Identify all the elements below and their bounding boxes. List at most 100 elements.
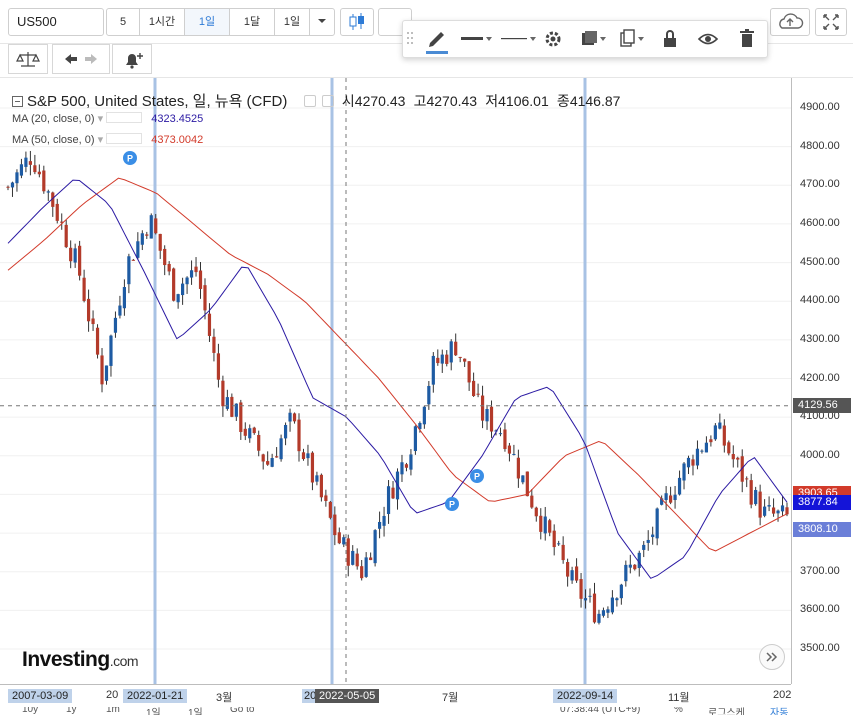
candle-down [42,170,46,192]
candlestick-series [6,150,789,625]
add-alert-button[interactable] [112,44,152,74]
candle-down [163,248,167,266]
candle-down [552,530,556,548]
line-thickness-icon [461,37,492,41]
lock-button[interactable] [659,21,681,57]
candle-down [463,358,467,362]
candle-up [283,424,288,439]
candle-down [445,354,449,364]
scale-button[interactable] [8,44,48,74]
range-1m[interactable]: 1m [106,707,120,715]
price-tick-label: 4400.00 [800,294,840,307]
candle-up [677,477,682,495]
fullscreen-button[interactable] [815,8,847,36]
line-width-button[interactable] [459,21,495,57]
candle-up [24,157,28,167]
ma50-settings-icon[interactable] [106,133,143,144]
go-to-button[interactable]: Go to [230,707,254,715]
candle-down [55,203,59,221]
candle-down [727,442,731,454]
candle-down [749,480,753,505]
caret-down-icon [318,19,326,23]
candle-up [342,537,346,545]
candle-up [427,385,431,405]
high-label: 고 [413,93,427,109]
candle-down [668,495,673,503]
timeframe-1d[interactable]: 1일 [184,8,230,36]
candle-up [610,597,614,613]
candle-up [642,544,646,550]
time-label: 20 [106,689,119,701]
line-style-button[interactable] [499,21,539,57]
legend-close-icon[interactable] [321,95,334,107]
candle-down [758,491,762,518]
settings-button[interactable] [541,21,565,57]
low-label: 저 [485,93,499,109]
date-marker-lines [153,78,587,684]
chart-type-button[interactable] [340,8,374,36]
candle-down [324,495,328,501]
cloud-save-button[interactable] [770,8,810,36]
candle-down [82,277,86,301]
auto-scale-toggle[interactable]: 자동 [770,707,788,715]
candle-up [780,505,785,512]
candle-up [700,450,704,452]
gear-icon [545,31,561,47]
candle-up [682,463,686,481]
candle-down [203,285,207,311]
close-label: 종 [556,93,570,109]
range-10y[interactable]: 10y [22,707,38,715]
candle-down [95,327,100,355]
last-price-label: 3877.84 [793,495,851,511]
price-chart[interactable]: P P P [0,78,791,684]
candle-up [606,609,610,613]
price-axis[interactable]: 4900.00 4800.00 4700.00 4600.00 4500.00 4400.… [791,78,853,684]
percent-toggle[interactable]: % [674,707,683,715]
candle-up [176,294,180,303]
candle-down [292,413,297,422]
candle-up [185,277,189,285]
ma20-settings-icon[interactable] [106,112,143,123]
timeframe-5[interactable]: 5 [106,8,140,36]
legend-collapse-icon[interactable] [12,96,23,107]
clone-button[interactable] [615,21,647,57]
candle-down [480,395,485,421]
candle-up [373,530,377,564]
range-1d[interactable]: 1일 [146,707,161,715]
pencil-color-button[interactable] [421,21,451,57]
chart-grid [0,107,791,650]
log-scale-toggle[interactable]: 로그스케 [708,707,745,715]
low-value: 4106.01 [498,93,549,109]
delete-button[interactable] [735,21,759,57]
candle-up [140,233,144,245]
candle-down [633,564,637,570]
visual-order-button[interactable] [577,21,609,57]
timeframe-1h[interactable]: 1시간 [139,8,185,36]
scroll-to-latest-button[interactable] [759,644,785,670]
candle-up [704,442,709,453]
range-1d-b[interactable]: 1일 [188,707,203,715]
pencil-icon [426,32,448,54]
range-1y[interactable]: 1y [66,707,77,715]
candle-up [351,550,355,565]
drag-handle-icon[interactable] [405,21,415,57]
candle-down [64,224,68,248]
candle-down [467,361,471,383]
visibility-button[interactable] [695,21,721,57]
copy-icon [620,29,644,47]
timeframe-1mo[interactable]: 1달 [229,8,275,36]
undo-redo-icon[interactable] [53,45,109,73]
candle-up [521,475,525,483]
timeframe-custom[interactable]: 1일 [274,8,310,36]
candle-up [498,433,503,435]
symbol-search-input[interactable]: US500 [8,8,104,36]
legend-settings-icon[interactable] [303,95,316,107]
time-axis[interactable]: 2007-03-09 20 2022-01-21 3월 20 2022-05-0… [0,684,791,708]
expand-icon [823,14,839,30]
timeframe-dropdown[interactable] [309,8,335,36]
candle-up [695,448,700,466]
candle-down [261,454,265,462]
candle-down [360,566,364,579]
bottom-toolbar: 10y 1y 1m 1일 1일 Go to 07:38:44 (UTC+9) %… [0,707,853,715]
candle-up [10,182,15,188]
